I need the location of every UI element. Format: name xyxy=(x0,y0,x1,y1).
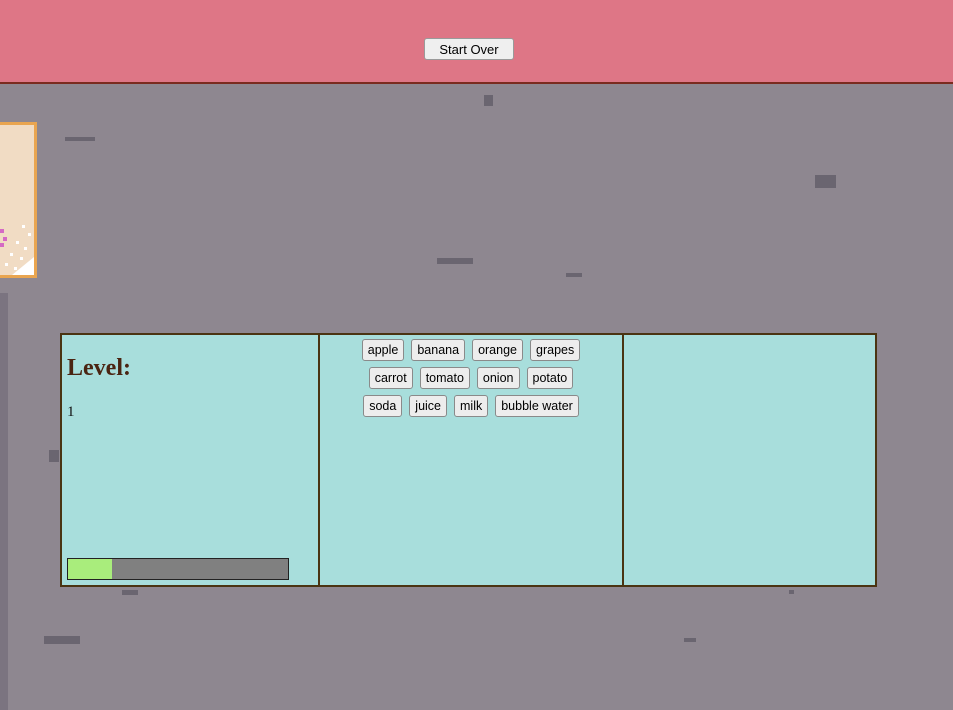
word-row: carrot tomato onion potato xyxy=(320,367,622,389)
word-row: apple banana orange grapes xyxy=(320,339,622,361)
background-speck xyxy=(484,95,493,106)
word-button-soda[interactable]: soda xyxy=(363,395,403,417)
decorative-card xyxy=(0,122,37,278)
level-panel: Level: 1 xyxy=(60,333,320,587)
start-over-button[interactable]: Start Over xyxy=(424,38,514,60)
word-button-potato[interactable]: potato xyxy=(526,367,574,389)
level-value: 1 xyxy=(67,404,75,420)
word-button-banana[interactable]: banana xyxy=(411,339,466,361)
side-strip xyxy=(0,293,8,710)
background-speck xyxy=(789,590,794,594)
word-choices-panel: apple banana orange grapes carrot tomato… xyxy=(318,333,624,587)
word-button-orange[interactable]: orange xyxy=(472,339,523,361)
word-button-apple[interactable]: apple xyxy=(361,339,405,361)
word-button-bubble-water[interactable]: bubble water xyxy=(495,395,579,417)
word-button-juice[interactable]: juice xyxy=(409,395,448,417)
word-button-carrot[interactable]: carrot xyxy=(368,367,413,389)
level-title: Level: xyxy=(67,355,131,381)
background-speck xyxy=(437,258,473,264)
answer-panel xyxy=(622,333,877,587)
background-speck xyxy=(566,273,582,277)
level-progress-fill xyxy=(68,559,112,579)
top-bar: Start Over xyxy=(0,0,953,84)
background-speck xyxy=(49,450,59,462)
background-speck xyxy=(44,636,80,644)
word-button-grapes[interactable]: grapes xyxy=(530,339,581,361)
word-button-milk[interactable]: milk xyxy=(454,395,489,417)
background-speck xyxy=(815,175,836,188)
level-progress-bar xyxy=(67,558,289,580)
background-speck xyxy=(122,590,138,595)
background-speck xyxy=(684,638,696,642)
word-button-onion[interactable]: onion xyxy=(476,367,520,389)
background-speck xyxy=(65,137,95,141)
word-button-tomato[interactable]: tomato xyxy=(419,367,470,389)
word-row: soda juice milk bubble water xyxy=(320,395,622,417)
